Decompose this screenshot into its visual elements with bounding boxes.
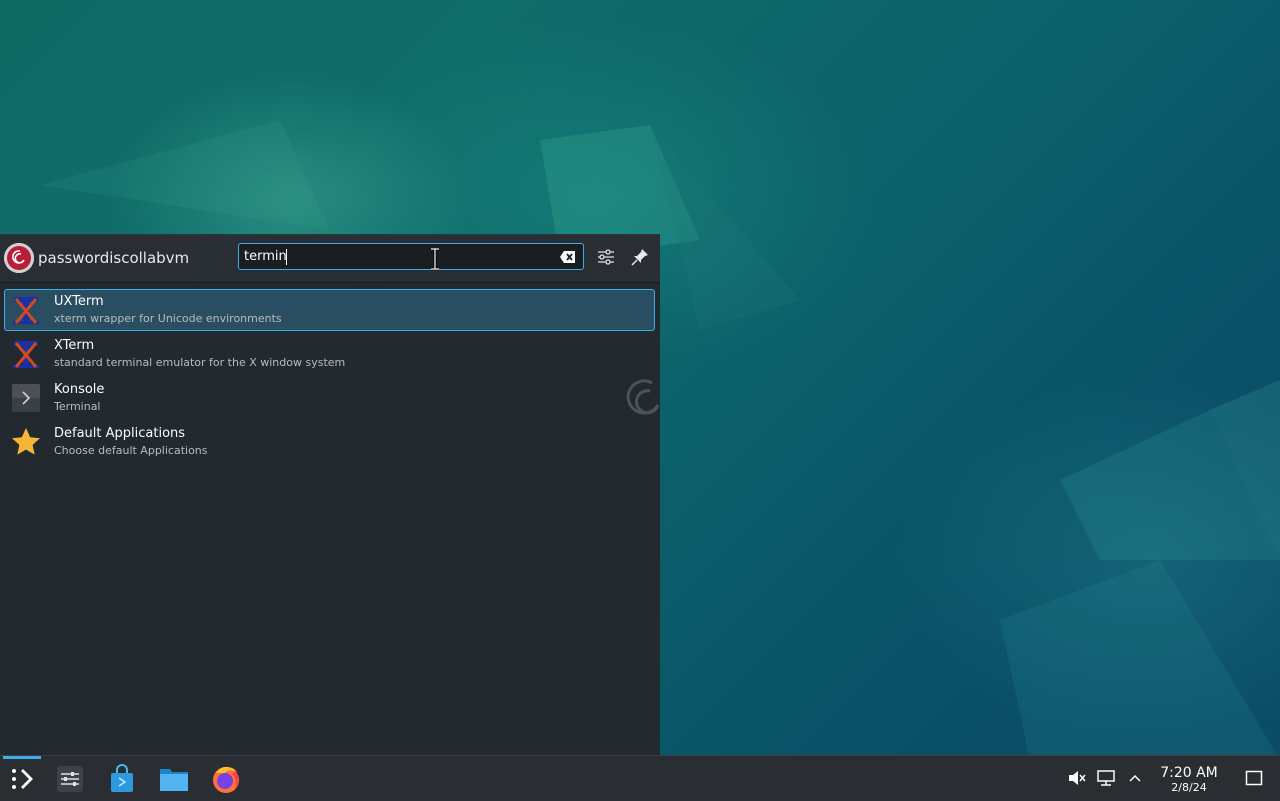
username-label: passwordiscollabvm: [38, 249, 190, 267]
active-launcher-indicator: [3, 756, 41, 759]
result-konsole[interactable]: Konsole Terminal: [4, 377, 655, 419]
taskbar-discover[interactable]: [104, 762, 140, 796]
show-desktop-button[interactable]: [1244, 768, 1264, 788]
network-icon: [1097, 770, 1115, 786]
configure-launcher-button[interactable]: [594, 245, 618, 269]
search-input[interactable]: [244, 244, 554, 269]
system-settings-icon: [57, 766, 83, 792]
user-avatar[interactable]: [4, 243, 34, 273]
xterm-icon: [13, 297, 39, 324]
search-results-list: UXTerm xterm wrapper for Unicode environ…: [4, 289, 655, 465]
result-description: standard terminal emulator for the X win…: [54, 356, 346, 369]
result-name: Konsole: [54, 382, 105, 397]
result-description: xterm wrapper for Unicode environments: [54, 312, 282, 325]
configure-icon: [598, 249, 614, 265]
taskbar-firefox[interactable]: [208, 762, 244, 796]
volume-button[interactable]: [1066, 768, 1086, 788]
clock-time: 7:20 AM: [1160, 765, 1218, 781]
result-description: Terminal: [54, 400, 101, 413]
result-default-applications[interactable]: Default Applications Choose default Appl…: [4, 421, 655, 463]
tray-expand-icon: [1129, 774, 1141, 782]
result-uxterm[interactable]: UXTerm xterm wrapper for Unicode environ…: [4, 289, 655, 331]
application-launcher: passwordiscollabvm termin UXTerm xterm w…: [0, 234, 660, 756]
result-name: UXTerm: [54, 294, 104, 309]
application-launcher-icon: [12, 769, 33, 789]
mouse-ibeam-cursor-icon: [431, 248, 439, 270]
taskbar-file-manager[interactable]: [156, 762, 192, 796]
volume-muted-icon: [1069, 771, 1086, 785]
network-button[interactable]: [1096, 768, 1116, 788]
clock-date: 2/8/24: [1171, 781, 1207, 794]
debian-logo-icon: [4, 243, 34, 273]
clear-search-icon[interactable]: [559, 249, 577, 265]
search-field[interactable]: [238, 243, 584, 270]
result-xterm[interactable]: XTerm standard terminal emulator for the…: [4, 333, 655, 375]
show-desktop-icon: [1245, 770, 1263, 786]
firefox-icon: [213, 766, 239, 793]
tray-expand-button[interactable]: [1125, 768, 1145, 788]
text-caret: [286, 249, 287, 265]
result-name: Default Applications: [54, 426, 186, 441]
launcher-header: passwordiscollabvm: [0, 235, 660, 283]
pin-launcher-button[interactable]: [628, 245, 652, 269]
xterm-icon: [13, 341, 39, 368]
result-description: Choose default Applications: [54, 444, 208, 457]
application-launcher-button[interactable]: [4, 762, 40, 796]
debian-swirl-watermark-icon: [626, 379, 660, 415]
konsole-icon: [12, 384, 40, 412]
taskbar: 7:20 AM 2/8/24: [0, 755, 1280, 801]
file-manager-icon: [160, 769, 188, 791]
pin-icon: [631, 249, 648, 266]
taskbar-system-settings[interactable]: [52, 762, 88, 796]
star-icon: [12, 428, 40, 455]
discover-store-icon: [111, 764, 133, 792]
result-name: XTerm: [54, 338, 95, 353]
